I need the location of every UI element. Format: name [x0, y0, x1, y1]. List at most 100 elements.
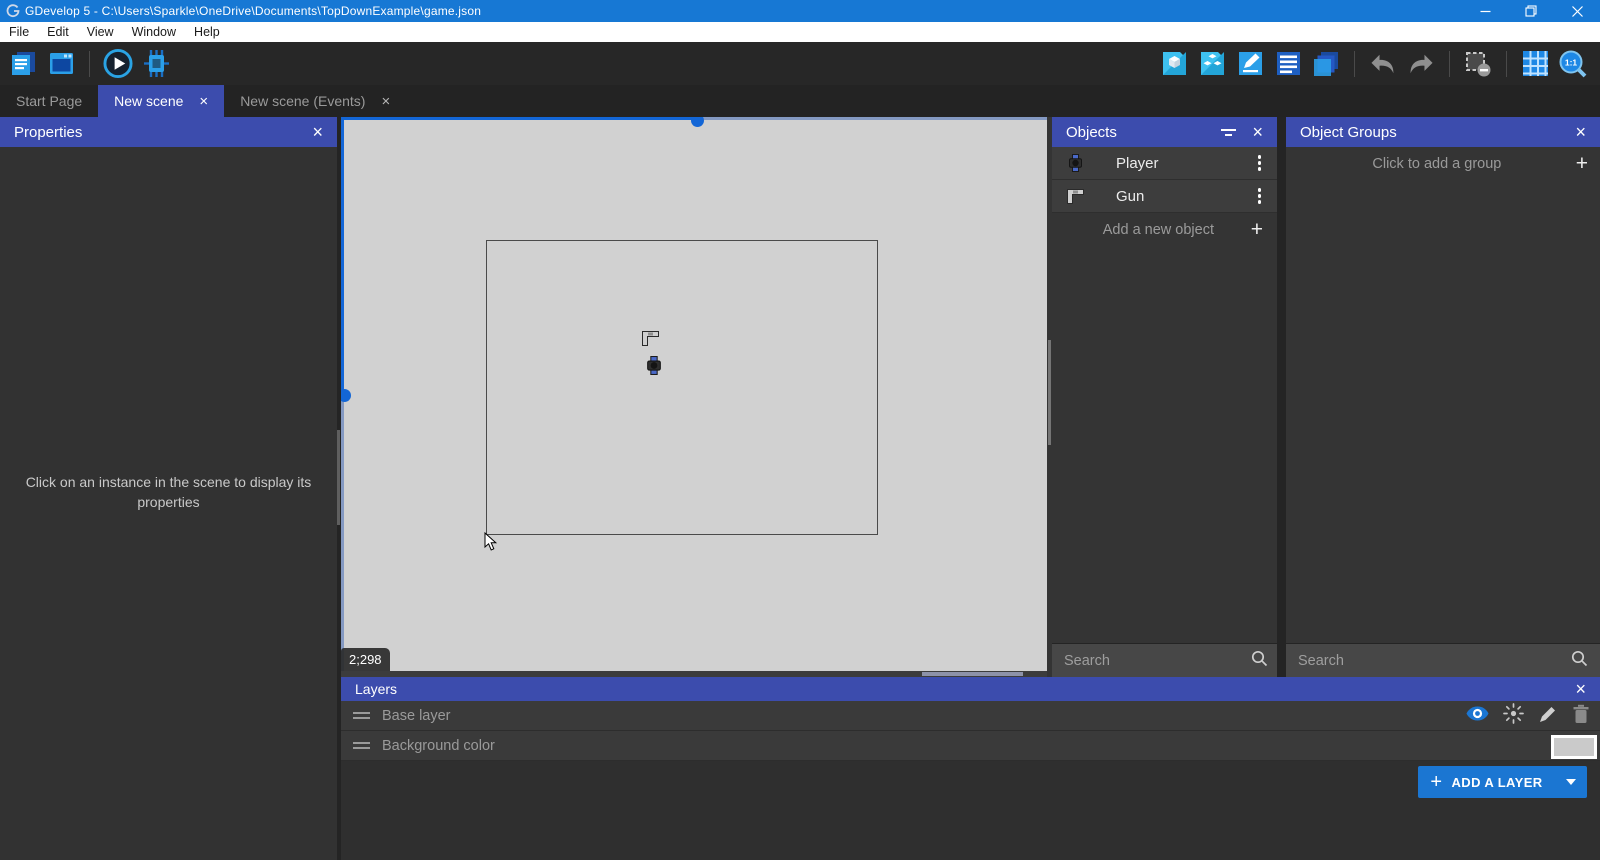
menu-help[interactable]: Help [185, 22, 229, 42]
add-group-label: Click to add a group [1372, 155, 1502, 172]
close-icon[interactable]: × [312, 123, 323, 141]
window-titlebar: GDevelop 5 - C:\Users\Sparkle\OneDrive\D… [0, 0, 1600, 22]
grid-icon[interactable] [1520, 49, 1550, 79]
toolbar-left-group [0, 48, 171, 79]
redo-icon[interactable] [1406, 49, 1436, 79]
visibility-eye-icon[interactable] [1466, 706, 1489, 726]
window-controls [1462, 0, 1600, 22]
toolbar-separator [1506, 50, 1507, 77]
menu-edit[interactable]: Edit [38, 22, 78, 42]
menu-bar: File Edit View Window Help [0, 22, 1600, 42]
kebab-menu-icon[interactable] [1256, 151, 1264, 175]
tab-start-page[interactable]: Start Page [0, 85, 98, 117]
panel-title: Properties [14, 123, 83, 141]
tab-label: New scene (Events) [240, 93, 366, 109]
svg-text:1:1: 1:1 [1565, 57, 1578, 67]
drag-handle-icon[interactable] [353, 739, 370, 752]
mouse-cursor [484, 531, 498, 557]
panel-title: Objects [1066, 123, 1117, 141]
gun-sprite[interactable] [642, 331, 659, 351]
object-groups-panel-header: Object Groups × [1286, 117, 1600, 147]
tab-close-icon[interactable]: × [381, 94, 390, 109]
object-name: Player [1116, 154, 1159, 172]
play-icon[interactable] [103, 48, 133, 79]
window-mask-icon[interactable] [1463, 49, 1493, 79]
plus-icon[interactable]: + [1576, 153, 1588, 174]
toolbar-separator [1354, 50, 1355, 77]
panel-divider [1277, 117, 1286, 677]
close-button[interactable] [1554, 0, 1600, 22]
add-new-object-button[interactable]: Add a new object + [1052, 213, 1277, 246]
trash-icon[interactable] [1572, 704, 1590, 729]
horizontal-scrollbar-thumb[interactable] [922, 672, 1023, 676]
effects-icon[interactable] [1503, 703, 1524, 729]
edit-pencil-icon[interactable] [1538, 704, 1558, 729]
objects-search-bar [1052, 643, 1277, 677]
tab-new-scene-events[interactable]: New scene (Events) × [224, 85, 406, 117]
start-page-icon[interactable] [46, 49, 76, 79]
kebab-menu-icon[interactable] [1256, 184, 1264, 208]
zoom-original-icon[interactable]: 1:1 [1558, 49, 1588, 79]
player-sprite[interactable] [647, 356, 661, 380]
main-toolbar: 1:1 [0, 42, 1600, 85]
layers-editor-icon[interactable] [1311, 49, 1341, 79]
layer-row-background-color[interactable]: Background color [341, 731, 1600, 761]
plus-icon: + [1430, 770, 1443, 793]
menu-view[interactable]: View [78, 22, 123, 42]
objects-panel: Objects × Player Gun Add a new object + … [1052, 117, 1277, 677]
add-group-button[interactable]: Click to add a group + [1286, 147, 1600, 180]
tab-close-icon[interactable]: × [199, 94, 208, 109]
undo-icon[interactable] [1368, 49, 1398, 79]
object-groups-panel: Object Groups × Click to add a group + [1286, 117, 1600, 677]
objects-editor-icon[interactable] [1159, 49, 1189, 79]
layer-row-base[interactable]: Base layer [341, 701, 1600, 731]
layers-panel: Layers × Base layer Background color + A… [341, 677, 1600, 860]
minimize-button[interactable] [1462, 0, 1508, 22]
add-layer-button[interactable]: + ADD A LAYER [1418, 766, 1587, 798]
resize-handle-left[interactable] [341, 389, 351, 402]
tab-new-scene[interactable]: New scene × [98, 85, 225, 117]
add-layer-label: ADD A LAYER [1451, 774, 1543, 790]
properties-panel: Properties × Click on an instance in the… [0, 117, 337, 860]
layer-actions [1466, 701, 1590, 731]
debug-icon[interactable] [141, 49, 171, 79]
editor-tabs: Start Page New scene × New scene (Events… [0, 85, 1600, 117]
object-groups-search-bar [1286, 643, 1600, 677]
vertical-scrollbar-thumb[interactable] [337, 430, 340, 525]
panel-title: Layers [355, 681, 398, 697]
plus-icon[interactable]: + [1251, 219, 1263, 240]
close-icon[interactable]: × [1575, 680, 1586, 698]
instances-list-icon[interactable] [1273, 49, 1303, 79]
panel-title: Object Groups [1300, 123, 1397, 141]
filter-icon[interactable] [1221, 123, 1237, 141]
layer-name: Base layer [382, 707, 451, 724]
project-manager-icon[interactable] [8, 49, 38, 79]
background-color-swatch[interactable] [1551, 735, 1597, 759]
close-icon[interactable]: × [1575, 123, 1586, 141]
gdevelop-logo-icon [5, 3, 21, 19]
player-object-thumbnail [1066, 154, 1084, 173]
objects-search-input[interactable] [1064, 652, 1251, 669]
vertical-scrollbar-thumb[interactable] [1048, 340, 1051, 445]
resize-handle-top[interactable] [691, 117, 704, 127]
tab-label: New scene [114, 93, 184, 109]
properties-empty-message: Click on an instance in the scene to dis… [25, 474, 312, 511]
object-groups-search-input[interactable] [1298, 652, 1571, 669]
object-groups-editor-icon[interactable] [1197, 49, 1227, 79]
add-new-object-label: Add a new object [1102, 221, 1214, 238]
object-row-gun[interactable]: Gun [1052, 180, 1277, 213]
cursor-coordinates-badge: 2;298 [341, 648, 390, 671]
menu-window[interactable]: Window [123, 22, 185, 42]
search-icon [1251, 650, 1268, 672]
objects-panel-header: Objects × [1052, 117, 1277, 147]
gun-object-thumbnail [1066, 187, 1084, 206]
properties-editor-icon[interactable] [1235, 49, 1265, 79]
menu-file[interactable]: File [0, 22, 38, 42]
restore-button[interactable] [1508, 0, 1554, 22]
drag-handle-icon[interactable] [353, 709, 370, 722]
scene-canvas[interactable]: 2;298 [341, 117, 1047, 671]
layers-panel-header: Layers × [341, 677, 1600, 701]
add-layer-dropdown[interactable] [1555, 766, 1587, 798]
close-icon[interactable]: × [1252, 123, 1263, 141]
object-row-player[interactable]: Player [1052, 147, 1277, 180]
